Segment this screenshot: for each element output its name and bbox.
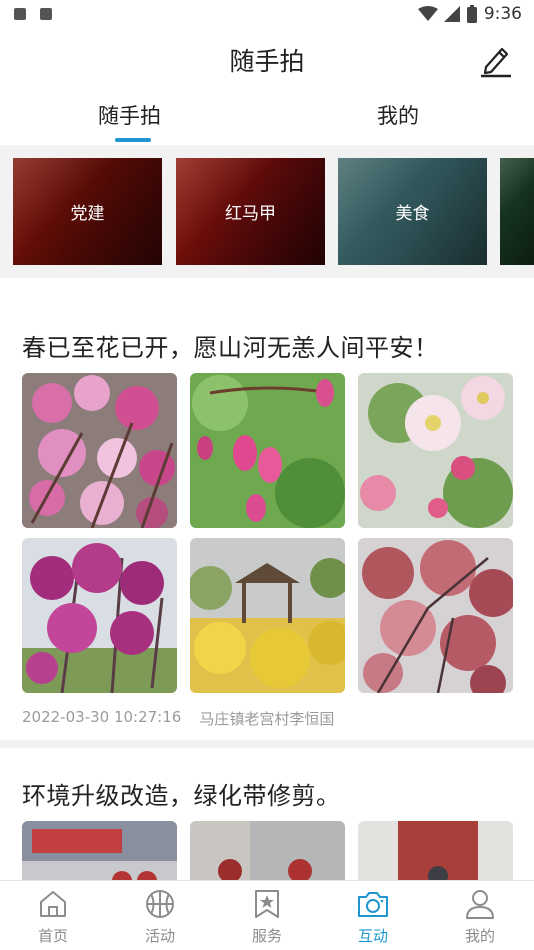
post-photo-3[interactable] xyxy=(358,373,513,528)
notification-icon xyxy=(14,8,26,20)
tab-indicator xyxy=(115,138,151,142)
post-photo-6[interactable] xyxy=(358,538,513,693)
home-icon xyxy=(40,891,66,917)
category-label: 美食 xyxy=(395,204,430,224)
nav-mine[interactable]: 我的 xyxy=(445,887,515,949)
category-hongmajia[interactable]: 红马甲 xyxy=(176,158,325,265)
post-author: 马庄镇老宫村李恒国 xyxy=(199,710,335,728)
post-photo-1[interactable] xyxy=(22,821,177,881)
user-icon xyxy=(466,890,494,919)
post-photo-5[interactable] xyxy=(190,538,345,693)
post-title[interactable]: 春已至花已开，愿山河无恙人间平安！ xyxy=(22,328,439,363)
bookmark-star-icon xyxy=(255,890,279,918)
app-notification-icon xyxy=(40,8,52,20)
post-photo-4[interactable] xyxy=(22,538,177,693)
post-meta: 2022-03-30 10:27:16 马庄镇老宫村李恒国 xyxy=(22,708,334,729)
post-photo-2[interactable] xyxy=(190,373,345,528)
category-partial[interactable] xyxy=(500,158,534,265)
spacer xyxy=(0,278,534,318)
app-screen: 9:36 随手拍 随手拍 我的 党建 红马甲 美食 春已至花已开，愿山河无恙人间… xyxy=(0,0,534,950)
nav-label: 首页 xyxy=(37,927,68,945)
battery-icon xyxy=(466,5,477,23)
edit-button[interactable] xyxy=(478,40,512,78)
nav-label: 我的 xyxy=(464,927,495,945)
post-divider xyxy=(0,740,534,748)
post-photo-3[interactable] xyxy=(358,821,513,881)
post-title[interactable]: 环境升级改造，绿化带修剪。 xyxy=(22,776,341,811)
tab-bar: 随手拍 我的 xyxy=(0,94,534,144)
nav-interaction[interactable]: 互动 xyxy=(338,887,408,949)
nav-label: 互动 xyxy=(357,927,388,945)
category-meishi[interactable]: 美食 xyxy=(338,158,487,265)
app-header: 随手拍 xyxy=(0,28,534,92)
camera-icon xyxy=(358,892,388,917)
tab-mine[interactable]: 我的 xyxy=(377,100,419,130)
signal-icon xyxy=(443,6,460,22)
status-bar: 9:36 xyxy=(0,0,534,28)
category-label: 红马甲 xyxy=(225,204,276,224)
photo-grid xyxy=(22,821,514,881)
photo-grid xyxy=(22,373,514,693)
pencil-icon xyxy=(481,47,511,78)
post-photo-1[interactable] xyxy=(22,373,177,528)
tab-suishoupai[interactable]: 随手拍 xyxy=(98,100,161,130)
page-title: 随手拍 xyxy=(229,47,305,76)
basketball-icon xyxy=(146,890,174,918)
category-dangjian[interactable]: 党建 xyxy=(13,158,162,265)
wifi-icon xyxy=(417,6,438,21)
bottom-navigation: 首页 活动 服务 互动 我的 xyxy=(0,880,534,950)
category-label: 党建 xyxy=(70,204,105,224)
nav-label: 服务 xyxy=(251,927,282,945)
nav-home[interactable]: 首页 xyxy=(18,887,88,949)
post-photo-2[interactable] xyxy=(190,821,345,881)
nav-service[interactable]: 服务 xyxy=(232,887,302,949)
post-timestamp: 2022-03-30 10:27:16 xyxy=(22,708,182,726)
nav-activity[interactable]: 活动 xyxy=(125,887,195,949)
status-time: 9:36 xyxy=(483,4,522,24)
category-carousel[interactable]: 党建 红马甲 美食 xyxy=(0,145,534,278)
nav-label: 活动 xyxy=(144,927,175,945)
